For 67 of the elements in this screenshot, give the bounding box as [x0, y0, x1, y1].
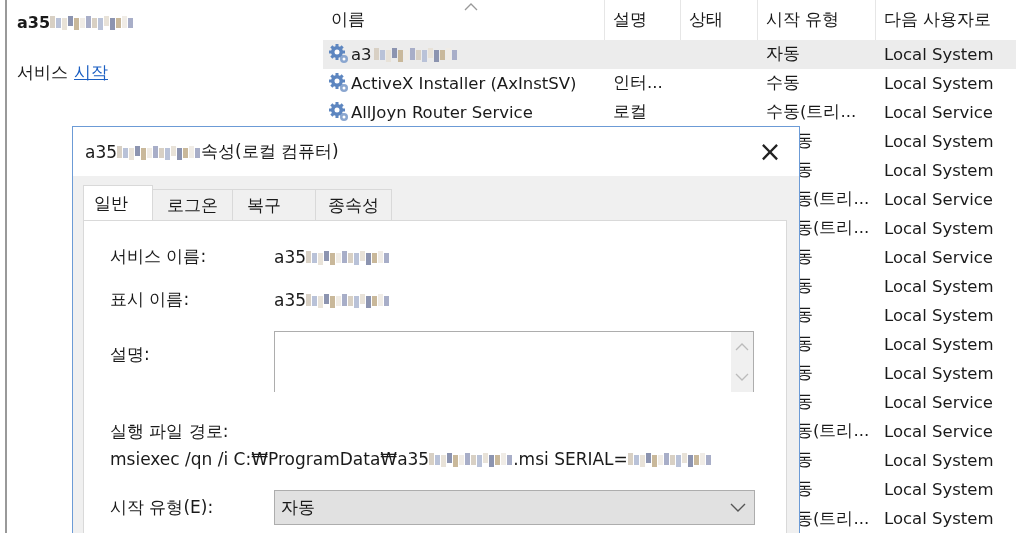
start-link[interactable]: 시작	[74, 61, 108, 84]
startup-type-dropdown[interactable]: 자동	[274, 490, 755, 525]
table-cell: Local System	[884, 480, 994, 499]
service-title: a35	[17, 12, 51, 32]
field-label: 시작 유형(E):	[110, 496, 215, 519]
table-cell: Local System	[884, 450, 994, 470]
table-cell: Local Service	[884, 421, 993, 441]
table-cell: ActiveX Installer (AxInstSV)	[351, 73, 577, 93]
dialog-title: a35	[85, 141, 118, 162]
table-cell: 로컬	[613, 101, 647, 124]
column-header[interactable]: 시작 유형	[758, 0, 876, 40]
field-label: 서비스 이름:	[110, 245, 208, 268]
tab[interactable]: 일반	[83, 185, 153, 220]
table-cell: Local Service	[884, 189, 993, 209]
sort-caret-icon	[463, 3, 478, 11]
column-header[interactable]: 이름	[323, 0, 605, 40]
table-cell: AllJoyn Router Service	[351, 102, 533, 122]
action-text: 서비스	[17, 61, 68, 84]
table-cell: 수동	[766, 72, 800, 95]
table-row[interactable]: ActiveX Installer (AxInstSV) 인터... 수동 Local System	[323, 68, 1016, 98]
table-cell: Local System	[884, 509, 994, 528]
pixelated-redaction-icon	[306, 248, 391, 265]
close-button[interactable]: ×	[747, 131, 793, 172]
table-cell: Local System	[884, 160, 994, 180]
table-cell: Local Service	[884, 392, 993, 412]
table-cell: Local System	[884, 305, 994, 325]
scroll-down-icon	[735, 373, 749, 381]
field-value: a35	[274, 289, 307, 310]
executable-path: .msi SERIAL=	[513, 449, 628, 469]
pixelated-redaction-icon	[429, 451, 514, 467]
table-cell: Local System	[884, 276, 994, 296]
field-label: 설명:	[110, 343, 151, 366]
pixelated-redaction-icon	[627, 451, 712, 467]
table-row[interactable]: AllJoyn Router Service 로컬 수동(트리... Local Service	[323, 97, 1016, 127]
column-header[interactable]: 다음 사용자로	[876, 0, 1016, 40]
table-cell: a3	[351, 44, 372, 64]
table-cell: Local System	[884, 334, 994, 354]
field-label: 표시 이름:	[110, 288, 191, 311]
table-cell: 인터...	[613, 72, 663, 95]
scroll-up-icon	[735, 343, 749, 351]
pixelated-redaction-icon	[117, 143, 202, 160]
gear-icon	[329, 73, 349, 94]
field-value: a35	[274, 246, 307, 267]
pixelated-redaction-icon	[50, 14, 135, 30]
table-cell: Local System	[884, 131, 994, 151]
column-header[interactable]: 설명	[605, 0, 681, 40]
pixelated-redaction-icon	[306, 291, 391, 308]
chevron-down-icon	[730, 503, 746, 512]
table-cell: Local Service	[884, 102, 993, 122]
field-label: 실행 파일 경로:	[110, 420, 229, 443]
table-cell: Local System	[884, 363, 994, 383]
gear-icon	[329, 102, 349, 123]
table-cell: Local Service	[884, 247, 993, 267]
description-field[interactable]	[274, 331, 754, 392]
column-header[interactable]: 상태	[681, 0, 758, 40]
table-cell: Local System	[884, 218, 994, 238]
table-cell: 수동(트리...	[766, 101, 857, 124]
table-cell: Local System	[884, 73, 994, 93]
table-cell: 자동	[766, 43, 800, 65]
tab[interactable]: 종속성	[315, 189, 392, 220]
table-row[interactable]: a3 자동 Local System	[323, 39, 1016, 69]
scrollbar[interactable]	[731, 332, 753, 392]
table-cell: Local System	[884, 44, 994, 64]
pixelated-redaction-icon	[373, 46, 458, 62]
gear-icon	[329, 44, 349, 64]
dialog-title: 속성(로컬 컴퓨터)	[201, 140, 339, 163]
executable-path: msiexec /qn /i C:₩ProgramData₩a35	[110, 449, 430, 469]
